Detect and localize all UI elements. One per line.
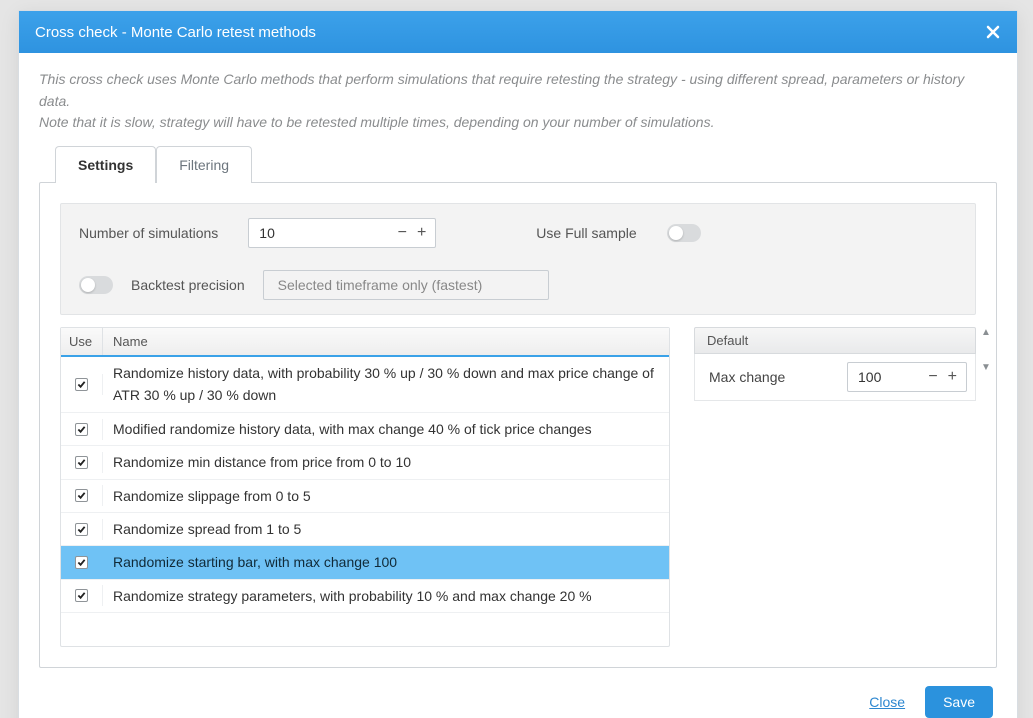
- modal-title: Cross check - Monte Carlo retest methods: [35, 24, 316, 41]
- methods-table-body: Randomize history data, with probability…: [61, 357, 669, 613]
- methods-table-header: Use Name: [61, 328, 669, 357]
- table-row[interactable]: Randomize slippage from 0 to 5: [61, 480, 669, 513]
- main-area: Use Name Randomize history data, with pr…: [60, 327, 976, 647]
- details-panel: Default Max change 100 − +: [694, 327, 976, 647]
- use-cell: [61, 485, 103, 506]
- close-icon[interactable]: [983, 22, 1003, 42]
- tab-filtering[interactable]: Filtering: [156, 146, 252, 183]
- description-line-2: Note that it is slow, strategy will have…: [39, 114, 714, 130]
- use-checkbox[interactable]: [75, 456, 88, 469]
- tab-settings[interactable]: Settings: [55, 146, 156, 183]
- backtest-precision-toggle[interactable]: [79, 276, 113, 294]
- method-name: Randomize starting bar, with max change …: [103, 546, 669, 578]
- details-header: Default: [694, 327, 976, 354]
- use-cell: [61, 374, 103, 395]
- table-row[interactable]: Randomize spread from 1 to 5: [61, 513, 669, 546]
- description-line-1: This cross check uses Monte Carlo method…: [39, 71, 964, 109]
- num-simulations-stepper[interactable]: 10 − +: [248, 218, 436, 248]
- backtest-precision-select[interactable]: Selected timeframe only (fastest): [263, 270, 549, 300]
- method-name: Randomize history data, with probability…: [103, 357, 669, 412]
- method-name: Randomize min distance from price from 0…: [103, 446, 669, 478]
- modal-body: This cross check uses Monte Carlo method…: [19, 53, 1017, 668]
- table-row[interactable]: Randomize min distance from price from 0…: [61, 446, 669, 479]
- method-name: Randomize slippage from 0 to 5: [103, 480, 669, 512]
- table-row[interactable]: Randomize history data, with probability…: [61, 357, 669, 413]
- use-full-sample-label: Use Full sample: [536, 225, 636, 241]
- close-link[interactable]: Close: [869, 694, 905, 710]
- use-checkbox[interactable]: [75, 556, 88, 569]
- num-simulations-label: Number of simulations: [79, 225, 218, 241]
- stepper-plus-icon[interactable]: +: [945, 368, 960, 386]
- col-header-use: Use: [61, 328, 103, 355]
- modal-header: Cross check - Monte Carlo retest methods: [19, 11, 1017, 53]
- modal-dialog: Cross check - Monte Carlo retest methods…: [18, 10, 1018, 718]
- backtest-precision-label: Backtest precision: [131, 277, 245, 293]
- details-value-stepper[interactable]: 100 − +: [847, 362, 967, 392]
- use-cell: [61, 452, 103, 473]
- col-header-name: Name: [103, 328, 669, 355]
- chevron-up-icon[interactable]: ▲: [980, 327, 992, 338]
- use-cell: [61, 419, 103, 440]
- use-full-sample-toggle[interactable]: [667, 224, 701, 242]
- stepper-minus-icon[interactable]: −: [925, 368, 940, 386]
- chevron-down-icon[interactable]: ▼: [980, 362, 992, 373]
- use-cell: [61, 519, 103, 540]
- table-row[interactable]: Modified randomize history data, with ma…: [61, 413, 669, 446]
- details-value: 100: [858, 369, 881, 385]
- stepper-plus-icon[interactable]: +: [414, 224, 429, 242]
- use-checkbox[interactable]: [75, 523, 88, 536]
- stepper-minus-icon[interactable]: −: [395, 224, 410, 242]
- use-checkbox[interactable]: [75, 378, 88, 391]
- tab-panel-settings: Number of simulations 10 − + Use Full sa…: [39, 182, 997, 668]
- methods-table: Use Name Randomize history data, with pr…: [60, 327, 670, 647]
- use-cell: [61, 552, 103, 573]
- table-row[interactable]: Randomize starting bar, with max change …: [61, 546, 669, 579]
- details-scroll-arrows: ▲ ▼: [980, 327, 992, 373]
- description-text: This cross check uses Monte Carlo method…: [39, 69, 997, 134]
- num-simulations-value: 10: [259, 225, 275, 241]
- settings-top-panel: Number of simulations 10 − + Use Full sa…: [60, 203, 976, 315]
- tabs-bar: Settings Filtering: [55, 146, 997, 182]
- modal-footer: Close Save: [19, 668, 1017, 718]
- method-name: Randomize spread from 1 to 5: [103, 513, 669, 545]
- use-checkbox[interactable]: [75, 423, 88, 436]
- use-checkbox[interactable]: [75, 489, 88, 502]
- details-body: Max change 100 − +: [694, 354, 976, 401]
- save-button[interactable]: Save: [925, 686, 993, 718]
- table-row[interactable]: Randomize strategy parameters, with prob…: [61, 580, 669, 613]
- use-cell: [61, 585, 103, 606]
- method-name: Randomize strategy parameters, with prob…: [103, 580, 669, 612]
- details-label: Max change: [703, 369, 785, 385]
- use-checkbox[interactable]: [75, 589, 88, 602]
- method-name: Modified randomize history data, with ma…: [103, 413, 669, 445]
